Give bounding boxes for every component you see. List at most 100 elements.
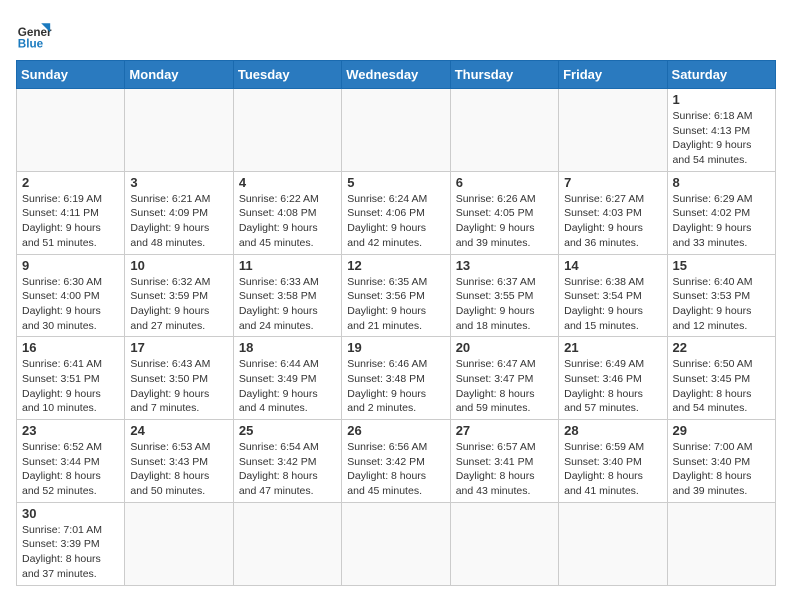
weekday-header-wednesday: Wednesday xyxy=(342,61,450,89)
calendar-cell: 26 Sunrise: 6:56 AM Sunset: 3:42 PM Dayli… xyxy=(342,420,450,503)
calendar-cell: 10 Sunrise: 6:32 AM Sunset: 3:59 PM Dayli… xyxy=(125,254,233,337)
day-number: 20 xyxy=(456,340,553,355)
calendar-cell: 5Sunrise: 6:24 AM Sunset: 4:06 PM Daylig… xyxy=(342,171,450,254)
day-number: 6 xyxy=(456,175,553,190)
day-info: Sunrise: 6:22 AM Sunset: 4:08 PM Dayligh… xyxy=(239,192,336,251)
calendar-cell: 21Sunrise: 6:49 AM Sunset: 3:46 PM Dayli… xyxy=(559,337,667,420)
day-info: Sunrise: 6:30 AM Sunset: 4:00 PM Dayligh… xyxy=(22,275,119,334)
day-number: 7 xyxy=(564,175,661,190)
day-number: 23 xyxy=(22,423,119,438)
day-info: Sunrise: 6:27 AM Sunset: 4:03 PM Dayligh… xyxy=(564,192,661,251)
day-number: 1 xyxy=(673,92,770,107)
day-number: 30 xyxy=(22,506,119,521)
day-number: 24 xyxy=(130,423,227,438)
calendar-week-row: 16 Sunrise: 6:41 AM Sunset: 3:51 PM Dayli… xyxy=(17,337,776,420)
day-number: 18 xyxy=(239,340,336,355)
calendar-cell: 24 Sunrise: 6:53 AM Sunset: 3:43 PM Dayli… xyxy=(125,420,233,503)
weekday-header-sunday: Sunday xyxy=(17,61,125,89)
day-info: Sunrise: 6:56 AM Sunset: 3:42 PM Dayligh… xyxy=(347,440,444,499)
day-number: 9 xyxy=(22,258,119,273)
weekday-header-row: SundayMondayTuesdayWednesdayThursdayFrid… xyxy=(17,61,776,89)
weekday-header-friday: Friday xyxy=(559,61,667,89)
calendar-cell xyxy=(17,89,125,172)
logo-icon: General Blue xyxy=(16,16,52,52)
day-info: Sunrise: 6:40 AM Sunset: 3:53 PM Dayligh… xyxy=(673,275,770,334)
day-number: 26 xyxy=(347,423,444,438)
calendar-cell: 22 Sunrise: 6:50 AM Sunset: 3:45 PM Dayli… xyxy=(667,337,775,420)
calendar-cell xyxy=(125,502,233,585)
day-info: Sunrise: 6:41 AM Sunset: 3:51 PM Dayligh… xyxy=(22,357,119,416)
calendar-cell: 6Sunrise: 6:26 AM Sunset: 4:05 PM Daylig… xyxy=(450,171,558,254)
day-number: 28 xyxy=(564,423,661,438)
day-info: Sunrise: 6:50 AM Sunset: 3:45 PM Dayligh… xyxy=(673,357,770,416)
calendar-cell xyxy=(342,502,450,585)
day-number: 15 xyxy=(673,258,770,273)
day-info: Sunrise: 7:01 AM Sunset: 3:39 PM Dayligh… xyxy=(22,523,119,582)
day-number: 13 xyxy=(456,258,553,273)
calendar-week-row: 30 Sunrise: 7:01 AM Sunset: 3:39 PM Dayli… xyxy=(17,502,776,585)
calendar-week-row: 23 Sunrise: 6:52 AM Sunset: 3:44 PM Dayli… xyxy=(17,420,776,503)
day-number: 11 xyxy=(239,258,336,273)
calendar-cell: 14 Sunrise: 6:38 AM Sunset: 3:54 PM Dayli… xyxy=(559,254,667,337)
day-info: Sunrise: 6:49 AM Sunset: 3:46 PM Dayligh… xyxy=(564,357,661,416)
calendar-cell: 28 Sunrise: 6:59 AM Sunset: 3:40 PM Dayli… xyxy=(559,420,667,503)
calendar-cell: 8 Sunrise: 6:29 AM Sunset: 4:02 PM Daylig… xyxy=(667,171,775,254)
day-number: 19 xyxy=(347,340,444,355)
calendar-cell xyxy=(450,89,558,172)
calendar-cell: 18 Sunrise: 6:44 AM Sunset: 3:49 PM Dayli… xyxy=(233,337,341,420)
day-number: 29 xyxy=(673,423,770,438)
day-number: 4 xyxy=(239,175,336,190)
day-info: Sunrise: 6:21 AM Sunset: 4:09 PM Dayligh… xyxy=(130,192,227,251)
calendar-cell xyxy=(233,502,341,585)
day-number: 14 xyxy=(564,258,661,273)
svg-text:Blue: Blue xyxy=(18,38,44,51)
calendar-cell xyxy=(125,89,233,172)
day-info: Sunrise: 6:53 AM Sunset: 3:43 PM Dayligh… xyxy=(130,440,227,499)
calendar-cell: 1 Sunrise: 6:18 AM Sunset: 4:13 PM Daylig… xyxy=(667,89,775,172)
day-info: Sunrise: 6:44 AM Sunset: 3:49 PM Dayligh… xyxy=(239,357,336,416)
calendar-cell xyxy=(667,502,775,585)
calendar-cell: 7 Sunrise: 6:27 AM Sunset: 4:03 PM Daylig… xyxy=(559,171,667,254)
day-number: 12 xyxy=(347,258,444,273)
day-info: Sunrise: 6:59 AM Sunset: 3:40 PM Dayligh… xyxy=(564,440,661,499)
day-info: Sunrise: 6:37 AM Sunset: 3:55 PM Dayligh… xyxy=(456,275,553,334)
day-info: Sunrise: 6:52 AM Sunset: 3:44 PM Dayligh… xyxy=(22,440,119,499)
calendar-cell: 29 Sunrise: 7:00 AM Sunset: 3:40 PM Dayli… xyxy=(667,420,775,503)
weekday-header-tuesday: Tuesday xyxy=(233,61,341,89)
day-info: Sunrise: 6:43 AM Sunset: 3:50 PM Dayligh… xyxy=(130,357,227,416)
day-number: 17 xyxy=(130,340,227,355)
calendar-cell: 25Sunrise: 6:54 AM Sunset: 3:42 PM Dayli… xyxy=(233,420,341,503)
day-number: 10 xyxy=(130,258,227,273)
day-info: Sunrise: 6:38 AM Sunset: 3:54 PM Dayligh… xyxy=(564,275,661,334)
calendar-week-row: 2Sunrise: 6:19 AM Sunset: 4:11 PM Daylig… xyxy=(17,171,776,254)
day-info: Sunrise: 6:29 AM Sunset: 4:02 PM Dayligh… xyxy=(673,192,770,251)
day-number: 22 xyxy=(673,340,770,355)
weekday-header-saturday: Saturday xyxy=(667,61,775,89)
logo: General Blue xyxy=(16,16,52,52)
calendar-cell: 9 Sunrise: 6:30 AM Sunset: 4:00 PM Daylig… xyxy=(17,254,125,337)
day-info: Sunrise: 6:18 AM Sunset: 4:13 PM Dayligh… xyxy=(673,109,770,168)
day-info: Sunrise: 6:54 AM Sunset: 3:42 PM Dayligh… xyxy=(239,440,336,499)
calendar-cell: 17 Sunrise: 6:43 AM Sunset: 3:50 PM Dayli… xyxy=(125,337,233,420)
calendar-cell: 30 Sunrise: 7:01 AM Sunset: 3:39 PM Dayli… xyxy=(17,502,125,585)
calendar-week-row: 9 Sunrise: 6:30 AM Sunset: 4:00 PM Daylig… xyxy=(17,254,776,337)
day-info: Sunrise: 6:47 AM Sunset: 3:47 PM Dayligh… xyxy=(456,357,553,416)
day-number: 8 xyxy=(673,175,770,190)
calendar-cell xyxy=(450,502,558,585)
day-number: 2 xyxy=(22,175,119,190)
calendar-cell: 27Sunrise: 6:57 AM Sunset: 3:41 PM Dayli… xyxy=(450,420,558,503)
day-info: Sunrise: 7:00 AM Sunset: 3:40 PM Dayligh… xyxy=(673,440,770,499)
calendar-table: SundayMondayTuesdayWednesdayThursdayFrid… xyxy=(16,60,776,586)
calendar-cell: 2Sunrise: 6:19 AM Sunset: 4:11 PM Daylig… xyxy=(17,171,125,254)
day-info: Sunrise: 6:24 AM Sunset: 4:06 PM Dayligh… xyxy=(347,192,444,251)
calendar-cell xyxy=(342,89,450,172)
calendar-cell xyxy=(559,89,667,172)
day-number: 16 xyxy=(22,340,119,355)
calendar-cell: 19Sunrise: 6:46 AM Sunset: 3:48 PM Dayli… xyxy=(342,337,450,420)
calendar-cell: 4 Sunrise: 6:22 AM Sunset: 4:08 PM Daylig… xyxy=(233,171,341,254)
calendar-cell: 3 Sunrise: 6:21 AM Sunset: 4:09 PM Daylig… xyxy=(125,171,233,254)
calendar-cell: 11Sunrise: 6:33 AM Sunset: 3:58 PM Dayli… xyxy=(233,254,341,337)
weekday-header-monday: Monday xyxy=(125,61,233,89)
day-number: 3 xyxy=(130,175,227,190)
day-info: Sunrise: 6:32 AM Sunset: 3:59 PM Dayligh… xyxy=(130,275,227,334)
